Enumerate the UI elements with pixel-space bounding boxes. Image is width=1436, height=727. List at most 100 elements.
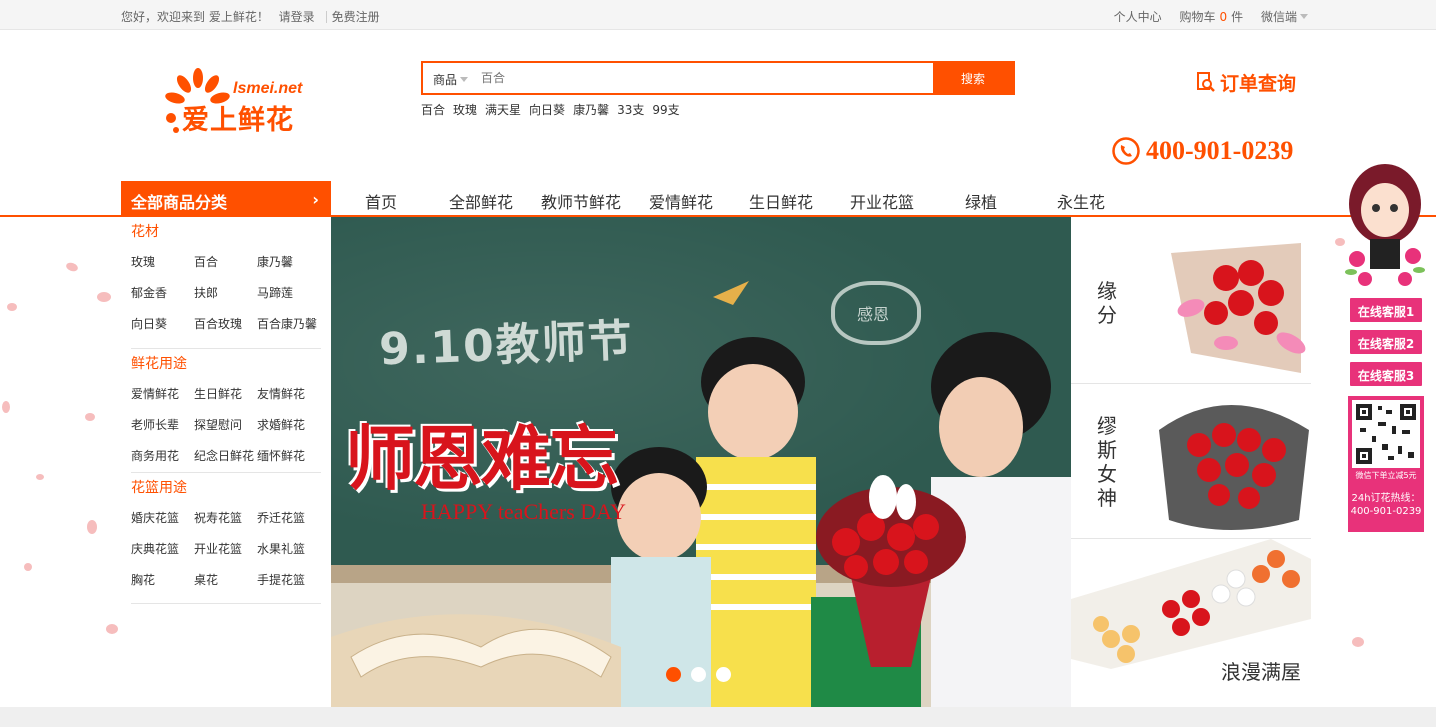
sidebar-link[interactable]: 扶郎 [194,278,257,309]
sidebar-section-title[interactable]: 花材 [131,217,321,247]
cart-count: 0 [1219,10,1228,24]
bubble-text: 感恩 [857,305,890,324]
nav-item-all-flowers[interactable]: 全部鲜花 [449,189,513,213]
sidebar-link[interactable]: 生日鲜花 [194,379,257,410]
sidebar-link[interactable]: 祝寿花篮 [194,503,257,534]
sidebar-link[interactable]: 纪念日鲜花 [194,441,257,472]
category-sidebar: 花材 玫瑰 百合 康乃馨 郁金香 扶郎 马蹄莲 向日葵 百合玫瑰 百合康乃馨 鲜花用途 爱情… [121,217,331,707]
carousel-dot[interactable] [666,667,681,682]
wechat-label: 微信端 [1260,10,1297,24]
hot-keyword[interactable]: 向日葵 [529,103,565,117]
nav-item-preserved[interactable]: 永生花 [1057,189,1105,213]
carousel-dot[interactable] [716,667,731,682]
sidebar-link[interactable]: 爱情鲜花 [131,379,194,410]
nav-item-birthday[interactable]: 生日鲜花 [749,189,813,213]
sidebar-link[interactable]: 百合康乃馨 [257,309,320,340]
qr-note: 微信下单立减5元 [1355,471,1417,480]
promo-card[interactable]: 缪斯女神 [1071,384,1311,539]
nav-item-plants[interactable]: 绿植 [965,189,997,213]
customer-service-float: 在线客服1 在线客服2 在线客服3 微信下单立减5元 24h订花热线： 400-9… [1330,164,1430,534]
float-hotline: 24h订花热线： 400-901-0239 [1348,492,1424,518]
welcome-text: 您好，欢迎来到 爱上鲜花！ [121,10,269,24]
sidebar-link[interactable]: 康乃馨 [257,247,320,278]
sidebar-link[interactable]: 向日葵 [131,309,194,340]
register-link[interactable]: 免费注册 [332,10,380,24]
hot-keyword[interactable]: 33支 [617,103,644,117]
consult-button-3[interactable]: 在线客服3 [1348,360,1424,388]
sidebar-link[interactable]: 水果礼篮 [257,534,320,565]
sidebar-link[interactable]: 老师长辈 [131,410,194,441]
carousel-dot[interactable] [691,667,706,682]
top-bar-left: 您好，欢迎来到 爱上鲜花！ 请登录 免费注册 [121,8,386,25]
sidebar-link[interactable]: 玫瑰 [131,247,194,278]
sidebar-link[interactable]: 郁金香 [131,278,194,309]
qr-panel: 微信下单立减5元 24h订花热线： 400-901-0239 [1348,396,1424,532]
promo-card[interactable]: 浪漫满屋 [1071,539,1311,695]
hotline: 400-901-0239 [1112,136,1293,166]
bottom-strip [0,707,1436,727]
promo-label: 缪斯女神 [1097,414,1117,510]
consult-button-2[interactable]: 在线客服2 [1348,328,1424,356]
cart-label: 购物车 [1179,10,1216,24]
nav-item-teachers-day[interactable]: 教师节鲜花 [541,189,621,213]
sidebar-link[interactable]: 百合玫瑰 [194,309,257,340]
hotline-number: 400-901-0239 [1146,136,1294,165]
sidebar-section-title[interactable]: 花篮用途 [131,473,321,503]
qr-code-image [1356,404,1416,464]
cart-unit: 件 [1231,10,1244,24]
bouquet-image [1171,243,1306,373]
promo-label: 缘分 [1097,279,1117,327]
sidebar-link[interactable]: 乔迁花篮 [257,503,320,534]
bouquet-image [1159,405,1309,530]
sidebar-link[interactable]: 百合 [194,247,257,278]
cart-link[interactable]: 购物车 0 件 [1179,10,1243,24]
nav-item-home[interactable]: 首页 [365,189,397,213]
book-illustration [331,614,621,707]
hot-keyword[interactable]: 99支 [652,103,679,117]
hot-keywords: 百合 玫瑰 满天星 向日葵 康乃馨 33支 99支 [421,101,688,118]
flower-box-image [1071,539,1311,669]
sidebar-link[interactable]: 马蹄莲 [257,278,320,309]
order-search-icon [1197,72,1215,92]
banner-subtitle: HAPPY teaChers DAY [421,499,626,524]
sidebar-link[interactable]: 婚庆花篮 [131,503,194,534]
top-bar-right: 个人中心 购物车 0 件 微信端 [1100,8,1308,25]
consult-button-1[interactable]: 在线客服1 [1348,296,1424,324]
sidebar-link[interactable]: 商务用花 [131,441,194,472]
login-link[interactable]: 请登录 [279,10,315,24]
search-category-select[interactable]: 商品 [433,71,469,88]
nav-item-opening[interactable]: 开业花篮 [850,189,914,213]
search-input[interactable] [481,63,931,93]
all-categories-button[interactable]: 全部商品分类 › [121,181,331,216]
sidebar-link[interactable]: 开业花篮 [194,534,257,565]
sidebar-link[interactable]: 胸花 [131,565,194,596]
divider [325,11,327,23]
hot-keyword[interactable]: 百合 [421,103,445,117]
top-bar: 您好，欢迎来到 爱上鲜花！ 请登录 免费注册 个人中心 购物车 0 件 微信端 [0,0,1436,30]
sidebar-link[interactable]: 手提花篮 [257,565,320,596]
logo-domain: lsmei.net [233,80,303,97]
all-categories-label: 全部商品分类 [131,193,228,212]
search-button[interactable]: 搜索 [933,63,1013,93]
sidebar-link[interactable]: 友情鲜花 [257,379,320,410]
sidebar-section: 花材 玫瑰 百合 康乃馨 郁金香 扶郎 马蹄莲 向日葵 百合玫瑰 百合康乃馨 [131,217,321,349]
hot-keyword[interactable]: 康乃馨 [573,103,609,117]
site-logo[interactable]: lsmei.net 爱上鲜花 [160,66,305,136]
float-hotline-label: 24h订花热线： [1351,493,1421,504]
sidebar-link[interactable]: 桌花 [194,565,257,596]
sidebar-link[interactable]: 探望慰问 [194,410,257,441]
promo-card[interactable]: 缘分 [1071,229,1311,384]
chevron-right-icon: › [312,190,319,209]
sidebar-link[interactable]: 缅怀鲜花 [257,441,320,472]
sidebar-link[interactable]: 求婚鲜花 [257,410,320,441]
hot-keyword[interactable]: 满天星 [485,103,521,117]
user-center-link[interactable]: 个人中心 [1114,10,1162,24]
wechat-menu[interactable]: 微信端 [1261,10,1308,24]
hero-banner[interactable]: 9.10教师节 感恩 师恩难忘 HAPPY teaChers DAY [331,217,1071,707]
search-bar: 商品 搜索 [421,61,1015,95]
hot-keyword[interactable]: 玫瑰 [453,103,477,117]
sidebar-link[interactable]: 庆典花篮 [131,534,194,565]
order-query-link[interactable]: 订单查询 [1196,69,1296,96]
sidebar-section-title[interactable]: 鲜花用途 [131,349,321,379]
nav-item-love[interactable]: 爱情鲜花 [649,189,713,213]
